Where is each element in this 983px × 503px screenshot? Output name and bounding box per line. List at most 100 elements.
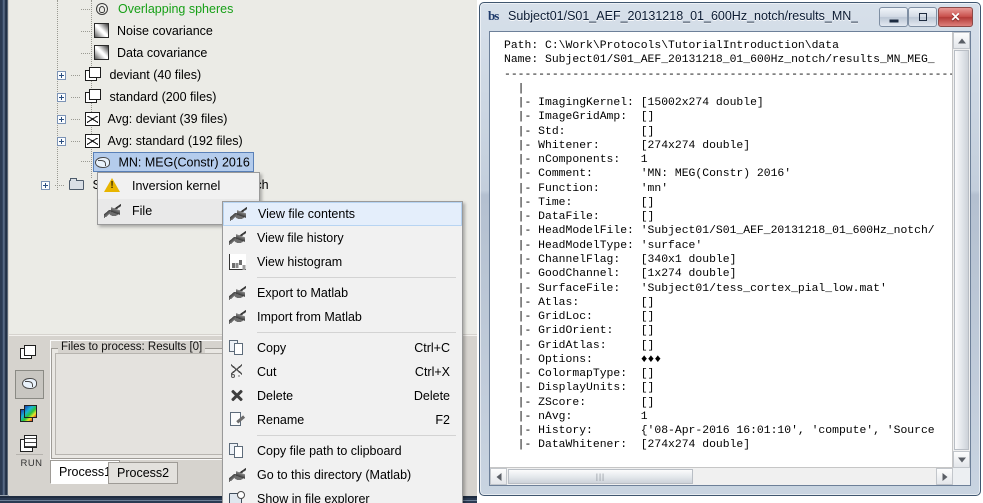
file-contents-line: |- GridAtlas: [] [504, 339, 953, 353]
horizontal-scrollbar[interactable]: ||| [490, 467, 953, 485]
toolbar-button-sources[interactable] [15, 370, 44, 399]
file-submenu-popup[interactable]: View file contents View file history Vie… [222, 201, 463, 503]
files-to-process-list[interactable] [55, 353, 227, 455]
file-contents-line: |- nAvg: 1 [504, 410, 953, 424]
average-icon [85, 134, 100, 148]
brainstorm-app-icon: bs [488, 8, 504, 24]
tree-item-avg-standard[interactable]: Avg: standard (192 files) [57, 132, 243, 151]
matlab-icon [230, 206, 247, 222]
rename-icon [229, 412, 246, 428]
timefreq-icon [20, 405, 39, 423]
tree-item-data-covariance[interactable]: Data covariance [81, 44, 207, 63]
minimize-button[interactable] [879, 7, 908, 27]
menu-item-label: Export to Matlab [257, 286, 348, 300]
toolbar-button-timefreq[interactable] [15, 400, 44, 429]
sources-icon [21, 376, 40, 395]
menu-item-inversion-kernel[interactable]: Inversion kernel [98, 173, 259, 199]
menu-item-export-to-matlab[interactable]: Export to Matlab [223, 281, 462, 305]
file-contents-line: |- Whitener: [274x274 double] [504, 139, 953, 153]
file-contents-line: |- Time: [] [504, 196, 953, 210]
tree-connector [81, 53, 90, 54]
expander-plus-icon[interactable] [57, 93, 66, 102]
menu-item-label: Show in file explorer [257, 492, 370, 503]
tree-connector-row [81, 152, 91, 171]
files-to-process-group: Files to process: Results [0] [50, 340, 232, 460]
menu-item-copy[interactable]: Copy Ctrl+C [223, 336, 462, 360]
file-contents-line: |- GridLoc: [] [504, 310, 953, 324]
menu-item-view-histogram[interactable]: View histogram [223, 250, 462, 274]
covariance-icon [94, 45, 109, 60]
vertical-scroll-thumb[interactable] [954, 50, 969, 450]
menu-item-go-to-directory[interactable]: Go to this directory (Matlab) [223, 463, 462, 487]
file-contents-line: |- Comment: 'MN: MEG(Constr) 2016' [504, 167, 953, 181]
histogram-icon [229, 254, 246, 270]
vertical-scrollbar[interactable] [952, 32, 970, 468]
menu-item-label: File [132, 204, 152, 218]
file-contents-line: |- HeadModelType: 'surface' [504, 239, 953, 253]
file-contents-text[interactable]: Path: C:\Work\Protocols\TutorialIntroduc… [490, 32, 953, 468]
menu-item-accelerator: Ctrl+C [414, 336, 450, 360]
menu-item-label: Import from Matlab [257, 310, 362, 324]
file-contents-line: |- DisplayUnits: [] [504, 381, 953, 395]
tree-item-deviant[interactable]: deviant (40 files) [57, 66, 201, 85]
tree-item-noise-covariance[interactable]: Noise covariance [81, 22, 213, 41]
horizontal-scroll-thumb[interactable]: ||| [508, 469, 693, 484]
viewer-window-title: Subject01/S01_AEF_20131218_01_600Hz_notc… [508, 3, 858, 29]
tree-item-standard[interactable]: standard (200 files) [57, 88, 216, 107]
run-button[interactable]: RUN [17, 458, 46, 476]
tree-item-label: deviant (40 files) [109, 68, 201, 82]
tree-item-mn-meg-constr-2016[interactable]: MN: MEG(Constr) 2016 [93, 152, 254, 172]
window-left-frame [0, 0, 8, 503]
expander-plus-icon[interactable] [41, 181, 50, 190]
expander-plus-icon[interactable] [57, 137, 66, 146]
tree-item-avg-deviant[interactable]: Avg: deviant (39 files) [57, 110, 227, 129]
scroll-left-button[interactable] [490, 468, 507, 485]
menu-item-view-file-history[interactable]: View file history [223, 226, 462, 250]
viewer-title-bar[interactable]: bs Subject01/S01_AEF_20131218_01_600Hz_n… [480, 3, 980, 29]
file-contents-line: |- DataWhitener: [274x274 double] [504, 438, 953, 452]
file-contents-line: |- GoodChannel: [1x274 double] [504, 267, 953, 281]
sphere-icon [94, 1, 110, 17]
menu-separator [257, 435, 456, 436]
file-contents-line: |- HeadModelFile: 'Subject01/S01_AEF_201… [504, 224, 953, 238]
close-button[interactable]: ✕ [938, 7, 973, 27]
menu-item-copy-file-path[interactable]: Copy file path to clipboard [223, 439, 462, 463]
menu-separator [257, 277, 456, 278]
tree-item-label: Data covariance [117, 46, 207, 60]
scroll-up-button[interactable] [953, 32, 970, 49]
menu-item-view-file-contents[interactable]: View file contents [223, 202, 462, 226]
scroll-down-button[interactable] [953, 451, 970, 468]
warning-icon [104, 177, 121, 193]
menu-item-rename[interactable]: Rename F2 [223, 408, 462, 432]
maximize-button[interactable] [908, 7, 937, 27]
scrollbar-corner [953, 468, 970, 485]
toolbar-separator [16, 454, 43, 455]
tree-item-label: Avg: standard (192 files) [107, 134, 242, 148]
menu-item-cut[interactable]: Cut Ctrl+X [223, 360, 462, 384]
menu-item-label: Copy file path to clipboard [257, 444, 402, 458]
menu-item-import-from-matlab[interactable]: Import from Matlab [223, 305, 462, 329]
file-contents-line: |- Function: 'mn' [504, 182, 953, 196]
matlab-icon [229, 467, 246, 483]
expander-plus-icon[interactable] [57, 115, 66, 124]
vertical-toolbar: RUN [13, 338, 46, 488]
menu-item-delete[interactable]: Delete Delete [223, 384, 462, 408]
tree-item-overlapping-spheres[interactable]: Overlapping spheres [81, 0, 233, 19]
matlab-export-icon [229, 285, 246, 301]
file-contents-line: |- SurfaceFile: 'Subject01/tess_cortex_p… [504, 282, 953, 296]
tree-connector [55, 185, 64, 186]
cut-icon [229, 364, 246, 380]
tree-item-label: Overlapping spheres [118, 2, 233, 16]
brainstorm-main-window: Overlapping spheres Noise covariance Dat… [0, 0, 477, 503]
tree-connector [71, 141, 80, 142]
viewer-client-area: Path: C:\Work\Protocols\TutorialIntroduc… [489, 31, 971, 486]
tab-process2[interactable]: Process2 [108, 462, 178, 484]
scroll-right-button[interactable] [936, 468, 953, 485]
expander-plus-icon[interactable] [57, 71, 66, 80]
toolbar-button-recordings[interactable] [15, 340, 44, 369]
tree-connector [81, 161, 90, 162]
file-contents-line: |- ImageGridAmp: [] [504, 110, 953, 124]
file-contents-line: |- ZScore: [] [504, 396, 953, 410]
copy-icon [229, 340, 246, 356]
menu-item-show-in-file-explorer[interactable]: Show in file explorer [223, 487, 462, 503]
